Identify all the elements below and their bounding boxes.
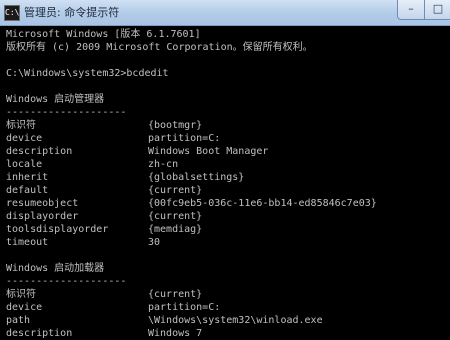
section-heading: Windows 启动管理器: [6, 94, 105, 105]
value-text: {00fc9eb5-036c-11e6-bb14-ed85846c7e03}: [148, 198, 377, 209]
value-text: {current}: [148, 289, 203, 300]
console-line: path: [6, 315, 31, 326]
value-text: partition=C:: [148, 133, 221, 144]
section-heading: Windows 启动加载器: [6, 263, 105, 274]
console-line: toolsdisplayorder: [6, 224, 109, 235]
console-line: C:\Windows\system32>bcdedit: [6, 68, 169, 79]
value-text: zh-cn: [148, 159, 179, 170]
console-line: default: [6, 185, 49, 196]
console-line: Microsoft Windows [版本 6.1.7601]: [6, 29, 201, 40]
separator: --------------------: [6, 107, 127, 118]
console-line: 标识符: [6, 120, 36, 131]
value-text: {current}: [148, 211, 203, 222]
minimize-button[interactable]: –: [397, 0, 425, 20]
value-text: 30: [148, 237, 161, 248]
value-text: {memdiag}: [148, 224, 203, 235]
value-text: {current}: [148, 185, 203, 196]
console-line: displayorder: [6, 211, 79, 222]
console-line: device: [6, 133, 43, 144]
console-line: device: [6, 302, 43, 313]
value-text: Windows 7: [148, 328, 203, 339]
console-line: 标识符: [6, 289, 36, 300]
window-title: 管理员: 命令提示符: [24, 6, 120, 19]
console-output[interactable]: Microsoft Windows [版本 6.1.7601] 版权所有 (c)…: [0, 26, 450, 339]
value-text: Windows Boot Manager: [148, 146, 269, 157]
value-text: {globalsettings}: [148, 172, 245, 183]
console-line: resumeobject: [6, 198, 79, 209]
separator: --------------------: [6, 276, 127, 287]
value-text: \Windows\system32\winload.exe: [148, 315, 323, 326]
cmd-icon[interactable]: C:\: [4, 5, 20, 21]
value-text: {bootmgr}: [148, 120, 203, 131]
title-bar[interactable]: C:\ 管理员: 命令提示符 – □: [0, 0, 450, 26]
console-line: description: [6, 146, 73, 157]
console-line: timeout: [6, 237, 49, 248]
console-line: 版权所有 (c) 2009 Microsoft Corporation。保留所有…: [6, 42, 313, 53]
value-text: partition=C:: [148, 302, 221, 313]
console-line: description: [6, 328, 73, 339]
console-line: inherit: [6, 172, 49, 183]
console-line: locale: [6, 159, 43, 170]
maximize-button[interactable]: □: [424, 0, 450, 20]
